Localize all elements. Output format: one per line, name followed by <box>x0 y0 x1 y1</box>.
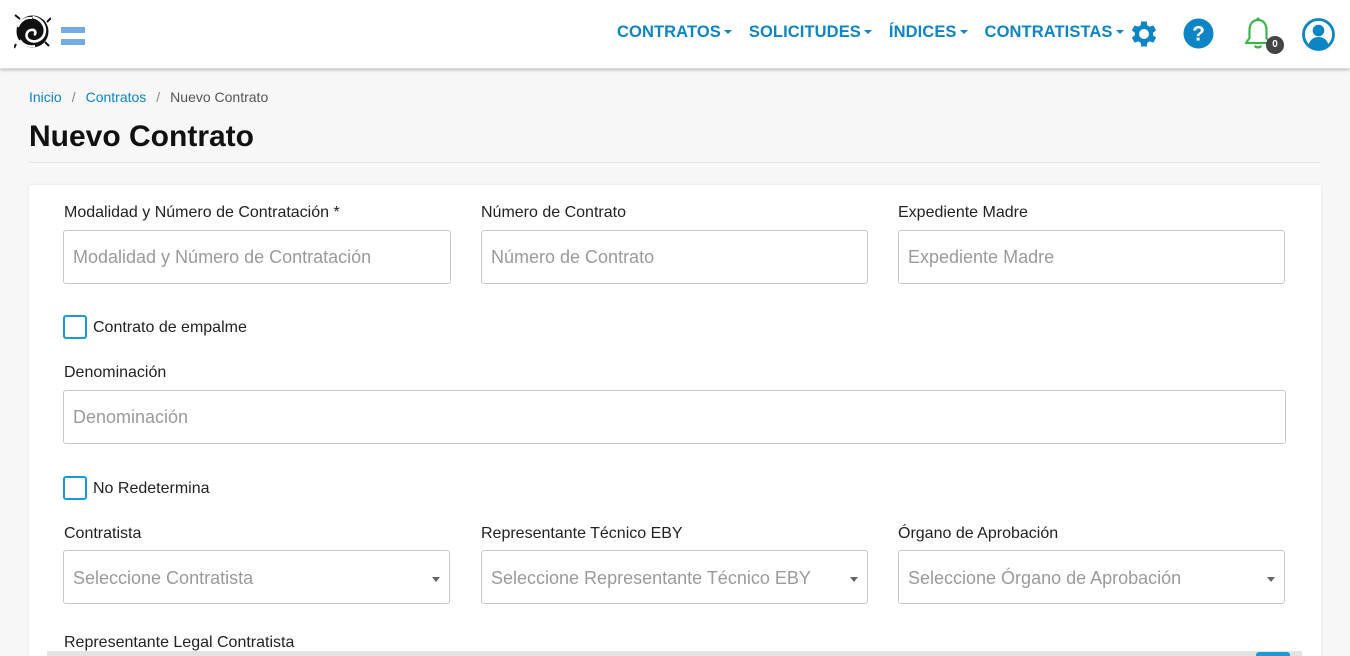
dropdown-arrow-icon <box>1267 577 1275 582</box>
organo-aprobacion-select-placeholder: Seleccione Órgano de Aprobación <box>908 568 1182 588</box>
gear-icon[interactable] <box>1127 17 1161 56</box>
scrollbar-thumb[interactable] <box>1256 652 1290 656</box>
expediente-madre-label: Expediente Madre <box>898 204 1028 221</box>
chevron-down-icon <box>959 29 968 34</box>
help-icon[interactable]: ? <box>1183 18 1214 54</box>
dropdown-arrow-icon <box>850 577 858 582</box>
chevron-down-icon <box>863 29 872 34</box>
argentina-flag-icon <box>61 27 85 45</box>
breadcrumb: Inicio / Contratos / Nuevo Contrato <box>29 89 268 105</box>
horizontal-scrollbar-track[interactable] <box>47 651 1302 656</box>
organo-aprobacion-select[interactable]: Seleccione Órgano de Aprobación <box>898 550 1285 604</box>
menu-contratistas[interactable]: CONTRATISTAS <box>985 23 1124 42</box>
no-redetermina-checkbox[interactable] <box>63 476 87 500</box>
contrato-empalme-checkbox[interactable] <box>63 315 87 339</box>
title-divider <box>29 162 1320 163</box>
notification-badge: 0 <box>1266 36 1284 54</box>
breadcrumb-separator: / <box>156 89 161 105</box>
expediente-madre-input[interactable] <box>898 230 1285 284</box>
denominacion-label: Denominación <box>64 364 167 381</box>
menu-contratos[interactable]: CONTRATOS <box>617 23 732 42</box>
menu-indices[interactable]: ÍNDICES <box>889 23 968 42</box>
menu-solicitudes[interactable]: SOLICITUDES <box>749 23 872 42</box>
chevron-down-icon <box>1115 29 1124 34</box>
no-redetermina-label[interactable]: No Redetermina <box>93 480 210 498</box>
menu-solicitudes-label: SOLICITUDES <box>748 23 861 41</box>
contratista-select-placeholder: Seleccione Contratista <box>73 568 254 588</box>
breadcrumb-separator: / <box>71 89 76 105</box>
breadcrumb-home-link[interactable]: Inicio <box>29 89 62 105</box>
contratista-label: Contratista <box>64 525 142 542</box>
page-title: Nuevo Contrato <box>29 120 254 153</box>
numero-contrato-label: Número de Contrato <box>481 204 626 221</box>
representante-tecnico-label: Representante Técnico EBY <box>481 525 683 542</box>
logo-icon[interactable] <box>13 13 52 50</box>
svg-text:?: ? <box>1192 23 1205 46</box>
organo-aprobacion-label: Órgano de Aprobación <box>898 525 1059 542</box>
menu-contratistas-label: CONTRATISTAS <box>984 23 1113 41</box>
top-navbar: CONTRATOS SOLICITUDES ÍNDICES CONTRATIST… <box>0 0 1350 69</box>
numero-contrato-input[interactable] <box>481 230 868 284</box>
modalidad-label: Modalidad y Número de Contratación * <box>64 204 340 221</box>
breadcrumb-contratos-link[interactable]: Contratos <box>86 89 147 105</box>
contrato-empalme-label[interactable]: Contrato de empalme <box>93 319 247 337</box>
breadcrumb-current: Nuevo Contrato <box>170 89 269 105</box>
denominacion-input[interactable] <box>63 390 1286 444</box>
representante-tecnico-select-placeholder: Seleccione Representante Técnico EBY <box>491 568 811 588</box>
menu-indices-label: ÍNDICES <box>888 23 957 41</box>
main-menu: CONTRATOS SOLICITUDES ÍNDICES CONTRATIST… <box>617 23 1141 42</box>
user-icon[interactable] <box>1302 18 1335 56</box>
contratista-select[interactable]: Seleccione Contratista <box>63 550 450 604</box>
modalidad-input[interactable] <box>63 230 451 284</box>
representante-tecnico-select[interactable]: Seleccione Representante Técnico EBY <box>481 550 868 604</box>
menu-contratos-label: CONTRATOS <box>617 23 721 41</box>
representante-legal-label: Representante Legal Contratista <box>64 634 295 651</box>
chevron-down-icon <box>723 29 732 34</box>
dropdown-arrow-icon <box>432 577 440 582</box>
